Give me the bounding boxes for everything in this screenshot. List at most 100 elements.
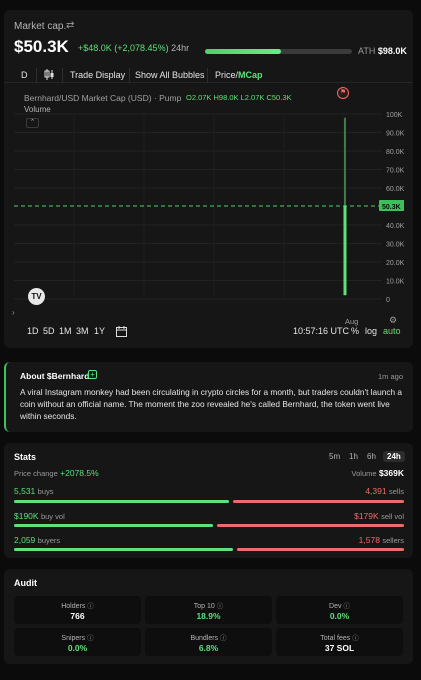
sellers-count: 1,578 <box>358 535 380 545</box>
log-toggle[interactable]: log <box>365 326 377 336</box>
audit-bundlers: Bundlers ⓘ 6.8% <box>145 628 272 656</box>
sell-volume: $179K <box>354 511 379 521</box>
mcap-option[interactable]: MCap <box>238 70 263 80</box>
audit-top10: Top 10 ⓘ 18.9% <box>145 596 272 624</box>
snipers-value: 0.0% <box>67 643 88 653</box>
ath-text: ATH <box>358 46 376 56</box>
buys-sells-bar <box>14 500 404 503</box>
change-period: 24hr <box>171 43 190 53</box>
candlestick-icon[interactable] <box>44 69 54 82</box>
audit-card: Audit Holders ⓘ 766 Top 10 ⓘ 18.9% Dev ⓘ… <box>4 569 413 664</box>
buys-count: 5,531 <box>14 486 36 496</box>
market-cap-change: +$48.0K (+2,078.45%) 24hr <box>78 43 189 53</box>
candle-body <box>343 205 347 296</box>
change-amount: +$48.0K (+2,078.45%) <box>78 43 169 53</box>
buy-volume-label: buy vol <box>40 512 65 521</box>
sellers-fill <box>236 548 404 551</box>
percent-toggle[interactable]: % <box>351 326 359 336</box>
price-option[interactable]: Price <box>215 70 236 80</box>
audit-total-fees: Total fees ⓘ 37 SOL <box>276 628 403 656</box>
chart-time: 10:57:16 UTC <box>293 326 350 336</box>
audit-dev: Dev ⓘ 0.0% <box>276 596 403 624</box>
trade-display-button[interactable]: Trade Display <box>70 70 125 80</box>
chart-toolbar: D Trade Display Show All Bubbles Price/M… <box>4 66 413 83</box>
toolbar-divider <box>207 68 208 82</box>
range-3m[interactable]: 3M <box>76 326 89 336</box>
bundlers-label: Bundlers <box>190 635 219 642</box>
price-chart[interactable]: Bernhard/USD Market Cap (USD) · Pump O2.… <box>12 87 404 326</box>
buys-fill <box>14 500 230 503</box>
buyers-label: buyers <box>37 536 61 545</box>
current-price-label: 50.3K <box>382 204 401 211</box>
toolbar-divider <box>62 68 63 82</box>
audit-title: Audit <box>14 578 37 588</box>
holders-value: 766 <box>70 611 85 621</box>
chart-card: Market cap. ⇄ $50.3K +$48.0K (+2,078.45%… <box>4 10 413 348</box>
buy-volume: $190K <box>14 511 39 521</box>
info-icon[interactable]: ⓘ <box>87 635 94 642</box>
buys-label: buys <box>37 487 54 496</box>
date-range-icon[interactable] <box>116 326 127 339</box>
range-1y[interactable]: 1Y <box>94 326 105 336</box>
chart-canvas: 100K 90.0K 80.0K 70.0K 60.0K 40.0K 30.0K 20.0K 1… <box>14 112 404 304</box>
chart-bottom-bar: 1D 5D 1M 3M 1Y 10:57:16 UTC % log auto <box>4 324 413 340</box>
range-1m[interactable]: 1M <box>59 326 72 336</box>
price-mcap-toggle[interactable]: Price/MCap <box>215 70 263 80</box>
dev-label: Dev <box>329 603 342 610</box>
snipers-label: Snipers <box>61 635 86 642</box>
volume-bar <box>14 524 404 527</box>
about-timestamp: 1m ago <box>377 372 403 381</box>
toolbar-divider <box>129 68 130 82</box>
timeframe-5m[interactable]: 5m <box>325 451 344 462</box>
ath-progress-bar <box>205 49 352 54</box>
info-icon[interactable]: ⓘ <box>352 635 359 642</box>
info-icon[interactable]: ⓘ <box>343 603 350 610</box>
info-icon[interactable]: ⓘ <box>217 603 224 610</box>
buyers-fill <box>14 548 233 551</box>
ath-value: $98.0K <box>377 46 407 56</box>
add-icon[interactable]: + <box>88 370 97 379</box>
y-tick-label: 30.0K <box>386 242 404 249</box>
ath-progress-fill <box>205 49 282 54</box>
top10-value: 18.9% <box>196 611 221 621</box>
about-card: About $Bernhard + 1m ago A viral Instagr… <box>4 362 413 432</box>
auto-toggle[interactable]: auto <box>383 326 401 336</box>
tradingview-logo: TV <box>28 288 45 305</box>
expand-arrow-icon[interactable]: › <box>12 308 15 317</box>
buyers-sellers-bar <box>14 548 404 551</box>
total-fees-value: 37 SOL <box>324 643 355 653</box>
swap-icon[interactable]: ⇄ <box>66 20 74 31</box>
total-fees-label: Total fees <box>320 635 351 642</box>
buyers-count: 2,059 <box>14 535 36 545</box>
interval-button[interactable]: D <box>21 70 28 80</box>
y-tick-label: 20.0K <box>386 260 404 267</box>
y-tick-label: 0 <box>386 297 390 304</box>
volume-value: $369K <box>378 468 404 478</box>
buy-volume-fill <box>14 524 213 527</box>
sellers-label: sellers <box>382 536 404 545</box>
holders-label: Holders <box>61 603 86 610</box>
toolbar-divider <box>36 68 37 82</box>
y-tick-label: 90.0K <box>386 131 404 138</box>
y-tick-label: 70.0K <box>386 168 404 175</box>
y-tick-label: 60.0K <box>386 186 404 193</box>
timeframe-6h[interactable]: 6h <box>363 451 380 462</box>
range-1d[interactable]: 1D <box>27 326 39 336</box>
show-bubbles-button[interactable]: Show All Bubbles <box>135 70 205 80</box>
stats-card: Stats 5m 1h 6h 24h Price change +2078.5%… <box>4 443 413 558</box>
price-change-label: Price change <box>14 469 58 478</box>
timeframe-24h[interactable]: 24h <box>383 451 405 462</box>
about-description: A viral Instagram monkey had been circul… <box>20 387 403 421</box>
market-cap-label: Market cap. <box>14 21 67 32</box>
sells-count: 4,391 <box>365 486 387 496</box>
info-icon[interactable]: ⓘ <box>87 603 94 610</box>
y-tick-label: 10.0K <box>386 279 404 286</box>
timeframe-1h[interactable]: 1h <box>345 451 362 462</box>
info-icon[interactable]: ⓘ <box>220 635 227 642</box>
stats-title: Stats <box>14 452 37 462</box>
sell-volume-fill <box>216 524 404 527</box>
audit-holders: Holders ⓘ 766 <box>14 596 141 624</box>
y-tick-label: 80.0K <box>386 149 404 156</box>
market-cap-value: $50.3K <box>14 37 69 56</box>
range-5d[interactable]: 5D <box>43 326 55 336</box>
